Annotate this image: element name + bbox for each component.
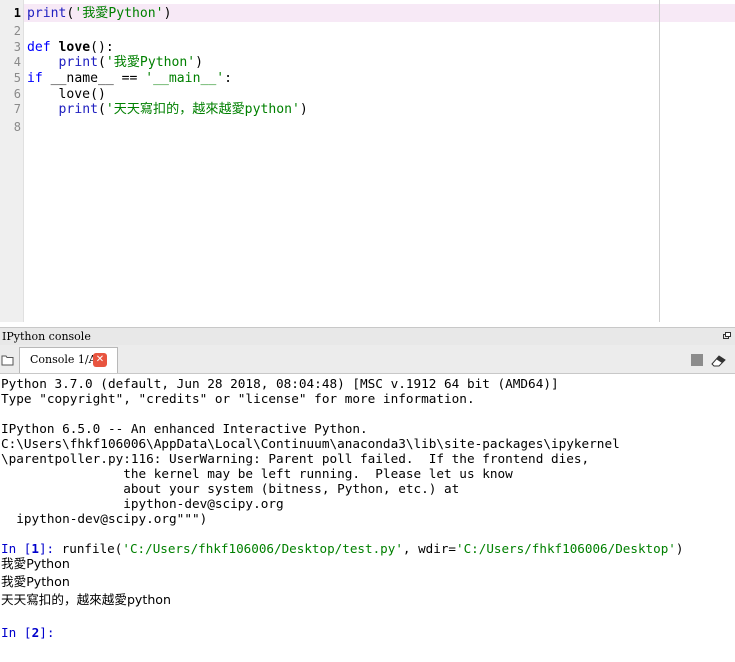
code-line-5[interactable]: if __name__ == '__main__': xyxy=(27,71,232,86)
line-number: 7 xyxy=(13,102,21,116)
eraser-icon[interactable] xyxy=(710,353,728,367)
console-output-line: 我愛Python xyxy=(1,556,70,571)
console-tab-bar: Console 1/A ✕ xyxy=(0,345,735,374)
prompt: In [ xyxy=(1,541,32,556)
builtin-print: print xyxy=(58,102,98,117)
code-text: __name__ == xyxy=(42,71,146,86)
console-line: ipython-dev@scipy.org""") xyxy=(1,511,208,526)
line-number: 3 xyxy=(13,40,21,54)
prompt: ]: xyxy=(38,541,62,556)
line-number: 5 xyxy=(13,71,21,85)
paren: ( xyxy=(97,102,106,117)
keyword-def: def xyxy=(27,40,51,55)
input-prompt-line: In [1]: runfile('C:/Users/fhkf106006/Des… xyxy=(1,541,683,556)
command-text: , wdir= xyxy=(402,541,456,556)
console-output-line: 天天寫扣的，越來越愛python xyxy=(1,592,171,607)
line-number: 4 xyxy=(13,55,21,69)
function-name: love xyxy=(58,40,91,55)
builtin-print: print xyxy=(58,55,98,70)
console-line: \parentpoller.py:116: UserWarning: Paren… xyxy=(1,451,590,466)
string-literal: '__main__' xyxy=(145,71,225,86)
paren: ) xyxy=(299,102,308,117)
browse-tabs-icon[interactable] xyxy=(1,353,15,367)
line-number: 6 xyxy=(13,87,21,101)
tab-console-1a[interactable]: Console 1/A ✕ xyxy=(19,347,118,373)
string-literal: 'C:/Users/fhkf106006/Desktop/test.py' xyxy=(122,541,403,556)
console-line: about your system (bitness, Python, etc.… xyxy=(1,481,460,496)
console-line: Python 3.7.0 (default, Jun 28 2018, 08:0… xyxy=(1,376,559,391)
code-line-6[interactable]: love() xyxy=(27,87,106,102)
code-text: love() xyxy=(27,87,106,102)
string-literal: '天天寫扣的，越來越愛python' xyxy=(105,102,300,117)
command-text: runfile( xyxy=(61,541,123,556)
code-line-1[interactable]: print('我愛Python') xyxy=(27,6,171,21)
console-line: IPython 6.5.0 -- An enhanced Interactive… xyxy=(1,421,368,436)
line-number: 8 xyxy=(13,120,21,134)
console-output-line: 我愛Python xyxy=(1,574,70,589)
stop-icon[interactable] xyxy=(691,354,703,366)
console-output[interactable]: Python 3.7.0 (default, Jun 28 2018, 08:0… xyxy=(1,374,735,662)
string-literal: '我愛Python' xyxy=(74,6,164,21)
code-line-3[interactable]: def love(): xyxy=(27,40,114,55)
command-text: ) xyxy=(675,541,684,556)
prompt: In [ xyxy=(1,625,32,640)
paren: ) xyxy=(195,55,204,70)
console-line: Type "copyright", "credits" or "license"… xyxy=(1,391,475,406)
builtin-print: print xyxy=(27,6,67,21)
edge-line xyxy=(659,0,660,322)
pane-title-bar: IPython console xyxy=(0,327,735,346)
code-editor[interactable]: 1 2 3 4 5 6 7 8 print('我愛Python') def lo… xyxy=(0,0,735,322)
keyword-if: if xyxy=(27,71,43,86)
close-icon[interactable]: ✕ xyxy=(93,353,107,367)
line-number: 1 xyxy=(13,6,21,20)
code-text: : xyxy=(224,71,232,86)
console-line: ipython-dev@scipy.org xyxy=(1,496,284,511)
pane-title: IPython console xyxy=(2,330,91,343)
code-text: (): xyxy=(90,40,114,55)
prompt-number: 1 xyxy=(31,541,39,556)
code-line-7[interactable]: print('天天寫扣的，越來越愛python') xyxy=(27,102,308,117)
line-number-gutter: 1 2 3 4 5 6 7 8 xyxy=(0,0,24,322)
undock-icon[interactable] xyxy=(723,332,731,339)
console-line: the kernel may be left running. Please l… xyxy=(1,466,513,481)
console-line: C:\Users\fhkf106006\AppData\Local\Contin… xyxy=(1,436,620,451)
prompt: ]: xyxy=(39,625,55,640)
code-line-4[interactable]: print('我愛Python') xyxy=(27,55,203,70)
paren: ) xyxy=(163,6,172,21)
tab-label: Console 1/A xyxy=(30,353,97,366)
string-literal: '我愛Python' xyxy=(105,55,196,70)
line-number: 2 xyxy=(13,24,21,38)
input-prompt-line[interactable]: In [2]: xyxy=(1,625,54,640)
string-literal: 'C:/Users/fhkf106006/Desktop' xyxy=(455,541,676,556)
paren: ( xyxy=(97,55,106,70)
